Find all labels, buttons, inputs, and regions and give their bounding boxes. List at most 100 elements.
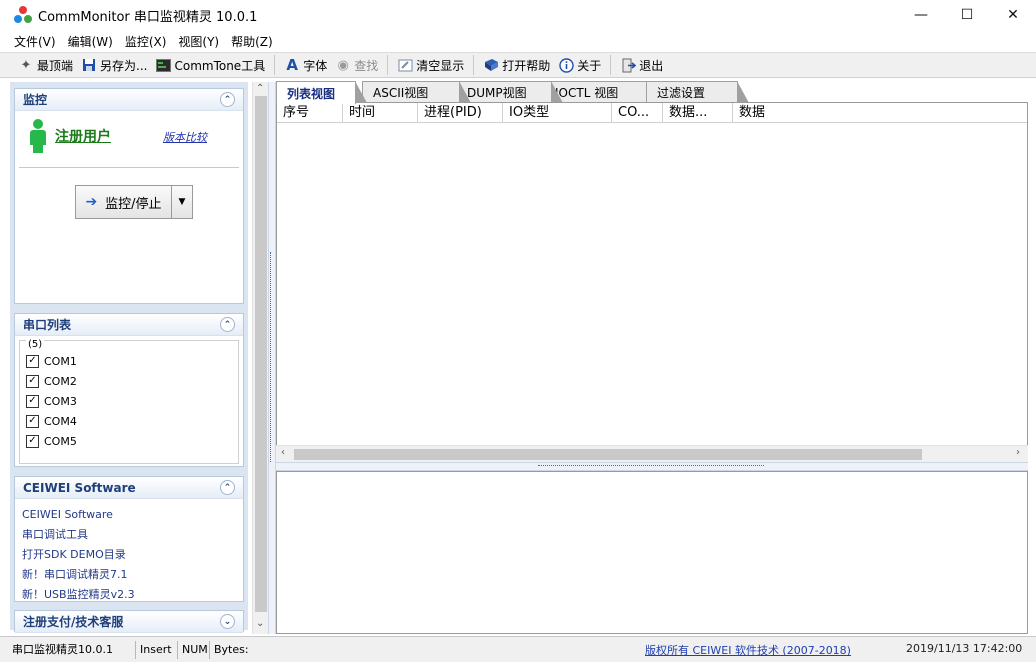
menu-bar: 文件(V) 编辑(W) 监控(X) 视图(Y) 帮助(Z) xyxy=(0,30,1036,52)
menu-file[interactable]: 文件(V) xyxy=(8,33,62,50)
column-header-data-length[interactable]: 数据... xyxy=(663,103,733,123)
port-item-com1[interactable]: ✓ COM1 xyxy=(26,353,77,369)
menu-monitor[interactable]: 监控(X) xyxy=(119,33,173,50)
vendor-link[interactable]: 串口调试工具 xyxy=(22,525,243,545)
sidebar-scrollbar[interactable]: ⌃ ⌄ xyxy=(252,82,268,634)
column-header-index[interactable]: 序号 xyxy=(277,103,343,123)
monitor-stop-button[interactable]: ➔ 监控/停止 xyxy=(76,186,171,218)
toolbar-separator xyxy=(473,55,475,75)
scrollbar-thumb[interactable] xyxy=(294,449,922,460)
register-user-link[interactable]: 注册用户 xyxy=(55,126,111,146)
detail-view[interactable] xyxy=(276,471,1028,634)
vendor-panel-header[interactable]: CEIWEI Software ⌃ xyxy=(15,477,243,499)
port-item-com5[interactable]: ✓ COM5 xyxy=(26,433,77,449)
splitter-grip[interactable] xyxy=(270,252,274,462)
menu-edit[interactable]: 编辑(W) xyxy=(62,33,119,50)
arrow-right-icon: ➔ xyxy=(85,194,98,210)
checkbox[interactable]: ✓ xyxy=(26,374,39,388)
scrollbar-thumb[interactable] xyxy=(255,96,267,612)
port-item-com2[interactable]: ✓ COM2 xyxy=(26,373,77,389)
font-button[interactable]: A 字体 xyxy=(280,54,331,76)
packet-table[interactable]: 序号 时间 进程(PID) IO类型 CO... 数据... 数据 xyxy=(276,102,1028,462)
clear-display-button[interactable]: 清空显示 xyxy=(393,54,468,76)
status-insert: Insert xyxy=(136,640,178,659)
monitor-panel-header[interactable]: 监控 ⌃ xyxy=(15,89,243,111)
tab-filter[interactable]: 过滤设置 xyxy=(646,81,749,103)
about-button[interactable]: 关于 xyxy=(554,54,605,76)
column-header-process[interactable]: 进程(PID) xyxy=(418,103,503,123)
toolbar-separator xyxy=(274,55,276,75)
checkbox[interactable]: ✓ xyxy=(26,434,39,448)
column-header-io-type[interactable]: IO类型 xyxy=(503,103,612,123)
monitor-stop-split-button: ➔ 监控/停止 ▼ xyxy=(75,185,193,219)
port-count: (5) xyxy=(26,339,45,350)
splitter-grip[interactable] xyxy=(538,465,764,469)
window-title: CommMonitor 串口监视精灵 10.0.1 xyxy=(38,9,258,25)
vendor-link[interactable]: 新！串口调试精灵7.1 xyxy=(22,565,243,585)
find-button[interactable]: ◉ 查找 xyxy=(331,54,382,76)
vendor-panel-title: CEIWEI Software xyxy=(23,480,136,495)
left-sidebar: 监控 ⌃ 注册用户 版本比较 ➔ 监控/停止 ▼ 串口列表 ⌃ (5) ✓ CO… xyxy=(10,82,248,633)
version-compare-link[interactable]: 版本比较 xyxy=(163,129,207,145)
column-header-time[interactable]: 时间 xyxy=(343,103,418,123)
info-icon xyxy=(558,57,574,73)
collapse-icon[interactable]: ⌃ xyxy=(220,480,235,495)
exit-icon xyxy=(620,57,636,73)
collapse-icon[interactable]: ⌃ xyxy=(220,92,235,107)
table-header: 序号 时间 进程(PID) IO类型 CO... 数据... 数据 xyxy=(277,103,1027,123)
expand-icon[interactable]: ⌄ xyxy=(220,614,235,629)
port-list-panel-header[interactable]: 串口列表 ⌃ xyxy=(15,314,243,336)
scroll-down-icon[interactable]: ⌄ xyxy=(256,618,264,629)
monitor-panel-title: 监控 xyxy=(23,93,48,107)
binoculars-icon: ◉ xyxy=(337,57,349,73)
vendor-link[interactable]: CEIWEI Software xyxy=(22,505,243,525)
vendor-link[interactable]: 打开SDK DEMO目录 xyxy=(22,545,243,565)
pin-icon: ✦ xyxy=(20,57,32,73)
support-panel-header[interactable]: 注册支付/技术客服 ⌄ xyxy=(15,611,243,633)
vendor-link[interactable]: 新！USB监控精灵v2.3 xyxy=(22,585,243,605)
close-button[interactable]: ✕ xyxy=(990,0,1036,30)
commtone-button[interactable]: CommTone工具 xyxy=(151,54,269,76)
topmost-button[interactable]: ✦ 最顶端 xyxy=(14,54,77,76)
register-row: 注册用户 版本比较 xyxy=(15,111,243,161)
menu-view[interactable]: 视图(Y) xyxy=(172,33,225,50)
app-icon xyxy=(14,6,32,24)
port-item-com3[interactable]: ✓ COM3 xyxy=(26,393,77,409)
port-list-panel: 串口列表 ⌃ (5) ✓ COM1 ✓ COM2 ✓ COM3 ✓ COM4 ✓ xyxy=(14,313,244,467)
book-icon xyxy=(483,57,499,73)
collapse-icon[interactable]: ⌃ xyxy=(220,317,235,332)
tab-list-view[interactable]: 列表视图 xyxy=(276,81,367,104)
checkbox[interactable]: ✓ xyxy=(26,394,39,408)
checkbox[interactable]: ✓ xyxy=(26,354,39,368)
minimize-button[interactable]: — xyxy=(898,0,944,30)
column-header-com[interactable]: CO... xyxy=(612,103,663,123)
divider xyxy=(19,167,239,168)
status-bytes: Bytes: xyxy=(214,642,249,656)
scroll-right-icon[interactable]: › xyxy=(1016,447,1020,458)
checkbox[interactable]: ✓ xyxy=(26,414,39,428)
support-panel: 注册支付/技术客服 ⌄ xyxy=(14,610,244,633)
status-datetime: 2019/11/13 17:42:00 xyxy=(906,642,1023,655)
support-panel-title: 注册支付/技术客服 xyxy=(23,615,124,629)
port-list: (5) ✓ COM1 ✓ COM2 ✓ COM3 ✓ COM4 ✓ COM5 xyxy=(19,339,239,464)
maximize-button[interactable]: ☐ xyxy=(944,0,990,30)
exit-button[interactable]: 退出 xyxy=(616,54,667,76)
vendor-link-list: CEIWEI Software 串口调试工具 打开SDK DEMO目录 新！串口… xyxy=(15,499,243,605)
column-header-data[interactable]: 数据 xyxy=(733,103,1027,123)
scroll-up-icon[interactable]: ⌃ xyxy=(256,83,264,94)
port-list-title: 串口列表 xyxy=(23,318,72,332)
vertical-splitter[interactable] xyxy=(268,82,276,634)
table-horizontal-scrollbar[interactable]: ‹ › xyxy=(276,445,1028,462)
tab-ascii[interactable]: ASCII视图 xyxy=(362,81,471,103)
monitor-dropdown-button[interactable]: ▼ xyxy=(171,186,192,218)
eraser-icon xyxy=(397,57,413,73)
scroll-left-icon[interactable]: ‹ xyxy=(281,447,285,458)
open-help-button[interactable]: 打开帮助 xyxy=(479,54,554,76)
copyright-link[interactable]: 版权所有 CEIWEI 软件技术 (2007-2018) xyxy=(645,642,851,658)
horizontal-splitter[interactable] xyxy=(276,462,1028,471)
title-bar: CommMonitor 串口监视精灵 10.0.1 — ☐ ✕ xyxy=(0,0,1036,30)
port-item-com4[interactable]: ✓ COM4 xyxy=(26,413,77,429)
save-as-button[interactable]: 另存为... xyxy=(77,54,151,76)
menu-help[interactable]: 帮助(Z) xyxy=(225,33,279,50)
toolbar: ✦ 最顶端 另存为... CommTone工具 A 字体 ◉ 查找 清空显示 打… xyxy=(0,52,1036,78)
